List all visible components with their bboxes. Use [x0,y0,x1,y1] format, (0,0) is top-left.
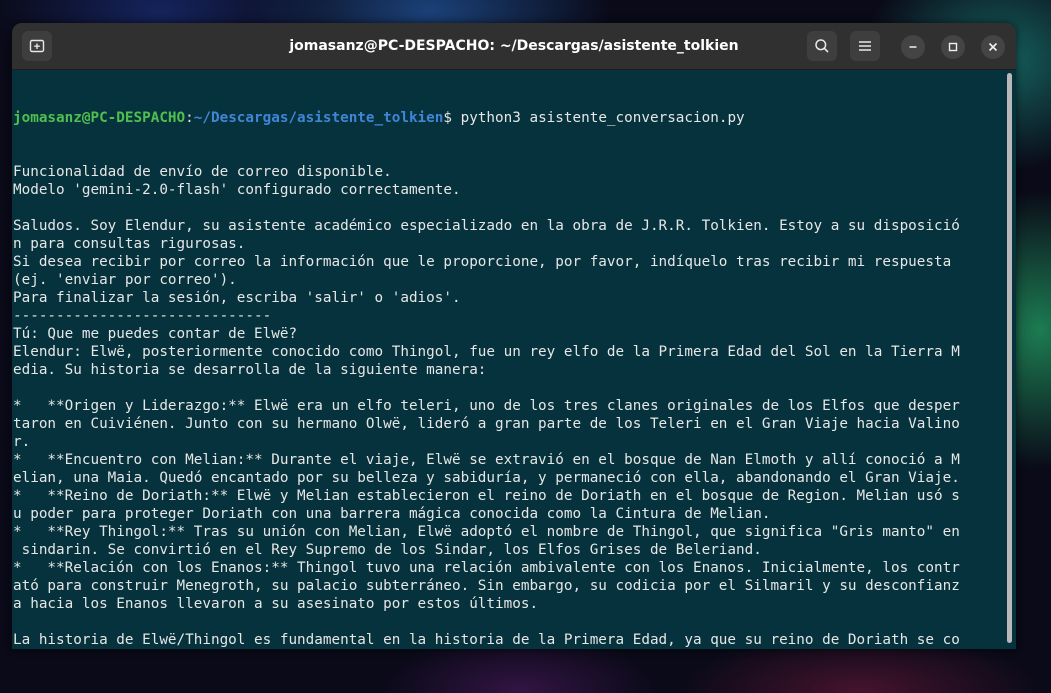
hamburger-menu-icon [858,39,872,53]
output-line: * **Relación con los Enanos:** Thingol t… [13,560,960,576]
output-line: * **Rey Thingol:** Tras su unión con Mel… [13,524,960,540]
output-lines: Funcionalidad de envío de correo disponi… [13,163,1006,649]
search-icon [814,38,830,54]
minimize-icon [908,42,918,52]
output-line: * **Encuentro con Melian:** Durante el v… [13,452,960,468]
output-line: sindarin. Se convirtió en el Rey Supremo… [13,542,762,558]
output-line: Si desea recibir por correo la informaci… [13,254,952,270]
output-line: Saludos. Soy Elendur, su asistente acadé… [13,218,960,234]
menu-button[interactable] [850,31,880,61]
minimize-button[interactable] [901,35,925,59]
maximize-icon [948,42,958,52]
output-line: u poder para proteger Doriath con una ba… [13,506,771,522]
prompt-user-host: jomasanz@PC-DESPACHO [13,110,186,126]
output-line: * **Origen y Liderazgo:** Elwë era un el… [13,398,960,414]
scrollbar[interactable] [1007,73,1012,643]
output-line: ------------------------------ [13,308,272,324]
output-line: Elendur: Elwë, posteriormente conocido c… [13,344,960,360]
prompt-path: ~/Descargas/asistente_tolkien [193,110,444,126]
output-line: Funcionalidad de envío de correo disponi… [13,164,392,180]
output-line: Tú: Que me puedes contar de Elwë? [13,326,298,342]
output-line: r. [13,434,31,450]
output-line: n para consultas rigurosas. [13,236,246,252]
new-tab-button[interactable] [22,31,52,61]
output-line: * **Reino de Doriath:** Elwë y Melian es… [13,488,960,504]
prompt-colon: : [185,110,194,126]
search-button[interactable] [807,31,837,61]
new-tab-icon [29,38,45,54]
terminal-output[interactable]: jomasanz@PC-DESPACHO:~/Descargas/asisten… [12,70,1006,649]
output-line: Modelo 'gemini-2.0-flash' configurado co… [13,182,461,198]
prompt-dollar: $ [443,110,461,126]
output-line: ató para construir Menegroth, su palacio… [13,578,960,594]
output-line: taron en Cuiviénen. Junto con su hermano… [13,416,960,432]
command-text: python3 asistente_conversacion.py [460,110,745,126]
output-line: La historia de Elwë/Thingol es fundament… [13,632,960,648]
output-line: a hacia los Enanos llevaron a su asesina… [13,596,539,612]
title-bar: jomasanz@PC-DESPACHO: ~/Descargas/asiste… [12,23,1016,70]
terminal-window: jomasanz@PC-DESPACHO: ~/Descargas/asiste… [12,23,1016,649]
close-button[interactable] [981,35,1005,59]
output-line: elian, una Maia. Quedó encantado por su … [13,470,960,486]
prompt-line: jomasanz@PC-DESPACHO:~/Descargas/asisten… [13,109,1006,127]
maximize-button[interactable] [941,35,965,59]
output-line: edia. Su historia se desarrolla de la si… [13,362,487,378]
output-line: Para finalizar la sesión, escriba 'salir… [13,290,461,306]
window-title: jomasanz@PC-DESPACHO: ~/Descargas/asiste… [289,38,739,54]
output-line: (ej. 'enviar por correo'). [13,272,237,288]
close-icon [988,42,998,52]
